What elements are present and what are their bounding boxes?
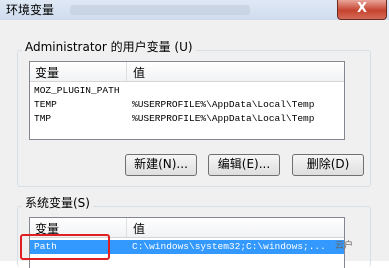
list-item[interactable]: MOZ_PLUGIN_PATH [30, 84, 344, 98]
new-user-variable-button[interactable]: 新建(N)... [125, 154, 197, 176]
user-variables-label: Administrator 的用户变量 (U) [22, 38, 196, 55]
variable-name: MOZ_PLUGIN_PATH [34, 85, 120, 96]
variable-value: %USERPROFILE%\AppData\Local\Temp [132, 99, 315, 110]
system-variables-label: 系统变量(S) [22, 194, 93, 211]
user-variables-list[interactable]: 变量 值 MOZ_PLUGIN_PATH TEMP %USERPROFILE%\… [29, 61, 345, 140]
title-bar: 环境变量 X [0, 0, 389, 20]
watermark-text: 云户 [335, 241, 354, 251]
user-variables-header: 变量 值 [30, 62, 344, 82]
delete-user-variable-button[interactable]: 删除(D) [292, 154, 364, 176]
variable-name: TEMP [34, 99, 57, 110]
highlight-annotation [20, 234, 110, 260]
variable-name: TMP [34, 113, 52, 124]
window-title: 环境变量 [6, 3, 55, 17]
edit-user-variable-button[interactable]: 编辑(E)... [208, 154, 280, 176]
list-item[interactable]: TMP %USERPROFILE%\AppData\Local\Temp [30, 112, 344, 126]
variable-value: %USERPROFILE%\AppData\Local\Temp [132, 113, 315, 124]
column-header-value[interactable]: 值 [133, 64, 145, 81]
list-item[interactable]: TEMP %USERPROFILE%\AppData\Local\Temp [30, 98, 344, 112]
close-button[interactable]: X [337, 0, 387, 20]
variable-value: C:\windows\system32;C:\windows;... [132, 241, 326, 252]
blurred-title-text [70, 5, 250, 15]
column-header-value[interactable]: 值 [133, 220, 145, 237]
window-client-area: Administrator 的用户变量 (U) 变量 值 MOZ_PLUGIN_… [0, 20, 389, 268]
column-header-variable[interactable]: 变量 [35, 64, 59, 81]
